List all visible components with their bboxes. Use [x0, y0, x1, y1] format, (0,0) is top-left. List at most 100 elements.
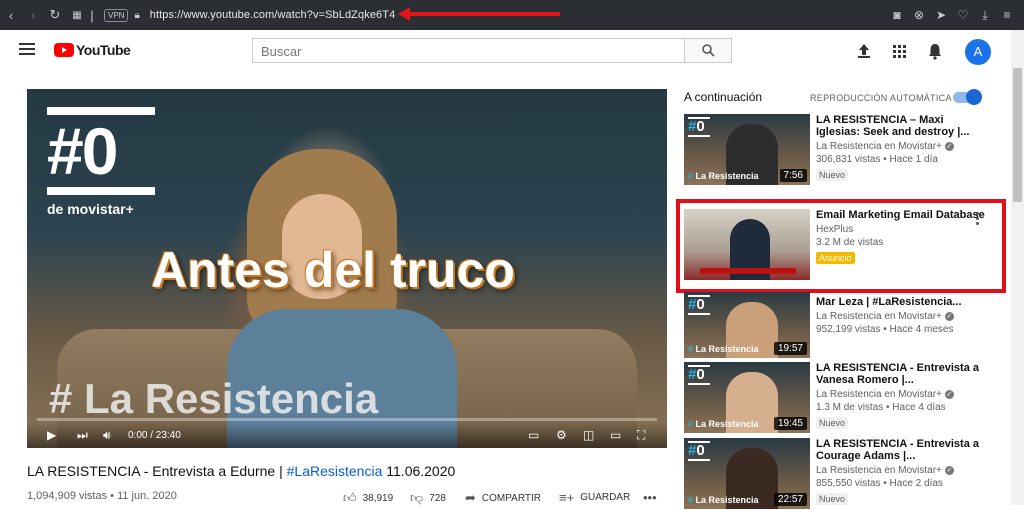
list-item[interactable]: #0 # La Resistencia 19:57 Mar Leza | #La… — [684, 292, 994, 368]
hamburger-menu-icon[interactable] — [19, 43, 35, 55]
autoplay-label: REPRODUCCIÓN AUTOMÁTICA — [810, 93, 952, 103]
youtube-logo[interactable]: YouTube — [54, 42, 131, 58]
list-item[interactable]: #0 # La Resistencia 19:45 LA RESISTENCIA… — [684, 362, 994, 434]
share-label: COMPARTIR — [481, 492, 541, 504]
player-controls: ▶ ⏭ 🔊︎ 0:00 / 23:40 ▭ ⚙ ◫ ▭ ⛶ — [27, 423, 667, 448]
like-count: 38,919 — [362, 492, 394, 504]
reload-icon[interactable]: ↻ — [44, 7, 66, 23]
vpn-badge[interactable]: VPN — [104, 8, 129, 22]
miniplayer-icon[interactable]: ◫ — [583, 428, 594, 442]
thumb-watermark: # La Resistencia — [688, 344, 759, 354]
browser-toolbar: ‹ › ↻ ▦ | VPN 🔒︎ https://www.youtube.com… — [0, 0, 1024, 30]
thumb-watermark: # La Resistencia — [688, 419, 759, 429]
search-icon — [702, 44, 715, 57]
fullscreen-icon[interactable]: ⛶ — [637, 428, 645, 443]
adblock-icon[interactable]: ⊗ — [912, 8, 926, 22]
video-title[interactable]: LA RESISTENCIA - Entrevista a Vanesa Rom… — [816, 362, 986, 386]
address-bar[interactable]: https://www.youtube.com/watch?v=SbLdZqke… — [150, 9, 396, 21]
search-button[interactable] — [684, 38, 732, 63]
settings-gear-icon[interactable]: ⚙ — [556, 428, 567, 442]
video-title[interactable]: Mar Leza | #LaResistencia... — [816, 296, 986, 308]
new-badge: Nuevo — [816, 169, 849, 181]
video-thumbnail[interactable]: #0 # La Resistencia 22:57 — [684, 438, 810, 509]
volume-icon[interactable]: 🔊︎ — [103, 428, 111, 443]
speed-dial-icon[interactable]: ▦ — [66, 10, 88, 21]
title-date: 11.06.2020 — [382, 463, 456, 479]
list-item[interactable]: #0 # La Resistencia 22:57 LA RESISTENCIA… — [684, 438, 994, 510]
camera-icon[interactable]: ◙ — [890, 8, 904, 22]
send-icon[interactable]: ➤ — [934, 8, 948, 22]
view-stats: 952,199 vistas • Hace 4 meses — [816, 324, 954, 335]
lock-icon[interactable]: 🔒︎ — [134, 10, 139, 21]
view-stats: 306,831 vistas • Hace 1 día — [816, 154, 938, 165]
thumb-zero-logo: #0 — [688, 295, 710, 315]
like-button[interactable]: 👍︎ 38,919 — [343, 490, 393, 506]
notifications-bell-icon[interactable] — [925, 41, 945, 61]
download-icon[interactable]: ⤓ — [978, 8, 992, 23]
youtube-header: YouTube Buscar — [0, 30, 1010, 72]
apps-grid-icon[interactable] — [889, 41, 909, 61]
dislike-button[interactable]: 👎︎ 728 — [410, 490, 446, 506]
share-button[interactable]: ➦ COMPARTIR — [465, 490, 541, 506]
verified-icon: ✓ — [944, 311, 954, 321]
verified-icon: ✓ — [944, 465, 954, 475]
toolbar-icons: ◙ ⊗ ➤ ♡ ⤓ ≡ — [890, 0, 1014, 30]
youtube-play-icon — [54, 43, 74, 57]
forward-icon[interactable]: › — [22, 8, 44, 23]
subtitles-icon[interactable]: ▭ — [528, 428, 539, 442]
video-title[interactable]: LA RESISTENCIA - Entrevista a Courage Ad… — [816, 438, 986, 462]
thumb-watermark: # La Resistencia — [688, 171, 759, 181]
channel-name[interactable]: La Resistencia en Movistar+ ✓ — [816, 389, 986, 400]
logo-text: YouTube — [76, 42, 131, 58]
video-thumbnail[interactable]: #0 # La Resistencia 7:56 — [684, 114, 810, 185]
back-icon[interactable]: ‹ — [0, 8, 22, 23]
autoplay-toggle[interactable] — [953, 89, 982, 105]
scrollbar-thumb[interactable] — [1013, 68, 1022, 202]
annotation-arrow — [404, 12, 560, 16]
page-scrollbar[interactable] — [1011, 30, 1024, 505]
thumb-zero-logo: #0 — [688, 365, 710, 385]
verified-icon: ✓ — [944, 389, 954, 399]
search-placeholder: Buscar — [261, 44, 302, 59]
video-player[interactable]: #0 de movistar+ Antes del truco # La Res… — [27, 89, 667, 448]
channel-name[interactable]: La Resistencia en Movistar+ ✓ — [816, 311, 986, 322]
video-views-date: 1,094,909 vistas • 11 jun. 2020 — [27, 490, 177, 502]
video-thumbnail[interactable]: #0 # La Resistencia 19:57 — [684, 292, 810, 358]
annotation-arrow-head — [398, 7, 410, 21]
theater-mode-icon[interactable]: ▭ — [610, 428, 621, 442]
duration: 7:56 — [779, 169, 807, 182]
verified-icon: ✓ — [944, 141, 954, 151]
channel-name[interactable]: La Resistencia en Movistar+ ✓ — [816, 141, 986, 152]
avatar[interactable]: A — [965, 39, 991, 65]
more-actions-button[interactable]: ••• — [643, 490, 663, 505]
new-badge: Nuevo — [816, 417, 849, 429]
thumb-watermark: # La Resistencia — [688, 495, 759, 505]
progress-bar[interactable] — [37, 418, 657, 421]
thumb-zero-logo: #0 — [688, 117, 710, 137]
la-resistencia-watermark: # La Resistencia — [49, 375, 379, 422]
save-label: GUARDAR — [580, 492, 631, 503]
brand-sub: de movistar+ — [47, 201, 134, 217]
share-icon: ➦ — [465, 490, 476, 505]
hashtag-link[interactable]: #LaResistencia — [287, 463, 383, 479]
play-icon[interactable]: ▶ — [47, 428, 56, 442]
video-title: LA RESISTENCIA - Entrevista a Edurne | #… — [27, 463, 455, 479]
dislike-count: 728 — [429, 492, 446, 504]
next-icon[interactable]: ⏭ — [77, 428, 88, 443]
search-input[interactable]: Buscar — [252, 38, 684, 63]
brand-zero: #0 — [47, 114, 118, 188]
divider: | — [90, 7, 94, 23]
menu-icon[interactable]: ≡ — [1000, 8, 1014, 22]
list-item[interactable]: #0 # La Resistencia 7:56 LA RESISTENCIA … — [684, 114, 994, 186]
save-button[interactable]: ≡+ GUARDAR — [559, 490, 630, 505]
more-horizontal-icon: ••• — [643, 490, 657, 505]
movistar-zero-logo: #0 de movistar+ — [47, 107, 155, 217]
thumbs-up-icon: 👍︎ — [343, 490, 357, 505]
playlist-add-icon: ≡+ — [559, 490, 575, 505]
duration: 19:45 — [773, 417, 807, 430]
video-title[interactable]: LA RESISTENCIA – Maxi Iglesias: Seek and… — [816, 114, 986, 138]
upload-icon[interactable] — [854, 41, 874, 61]
channel-name[interactable]: La Resistencia en Movistar+ ✓ — [816, 465, 986, 476]
video-thumbnail[interactable]: #0 # La Resistencia 19:45 — [684, 362, 810, 433]
heart-icon[interactable]: ♡ — [956, 8, 970, 22]
